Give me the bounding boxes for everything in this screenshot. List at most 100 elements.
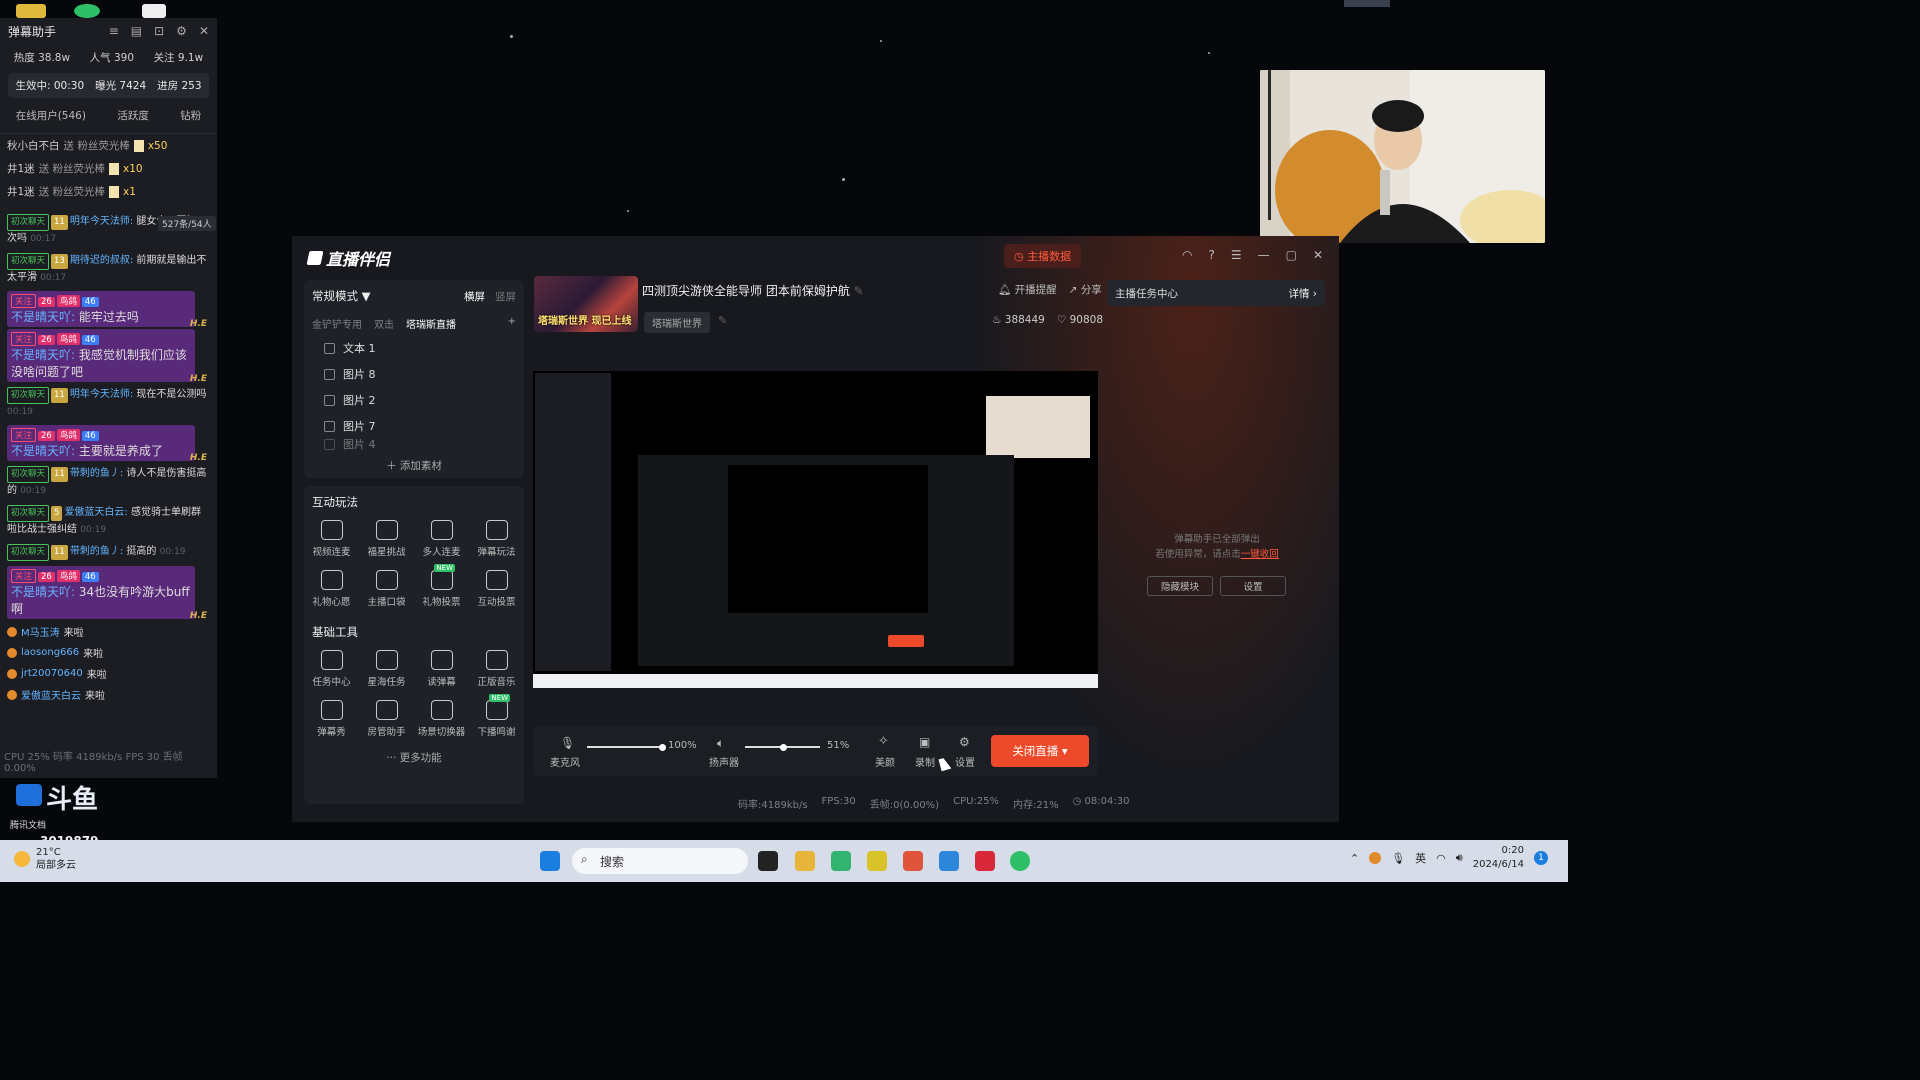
tool-button[interactable]: 房管助手 — [359, 700, 414, 738]
tool-button[interactable]: 星海任务 — [359, 650, 414, 688]
list-icon[interactable]: ▤ — [131, 24, 142, 38]
close-icon[interactable]: ✕ — [199, 24, 209, 38]
remind-button[interactable]: 🔔︎ 开播提醒 — [998, 282, 1057, 297]
portrait-tab[interactable]: 竖屏 — [495, 289, 516, 304]
app-green-icon[interactable] — [831, 851, 851, 871]
help-icon[interactable]: ? — [1208, 248, 1214, 262]
source-item[interactable]: 图片 8 — [304, 361, 524, 387]
folder-desktop-icon[interactable] — [16, 4, 46, 18]
record-icon[interactable]: ▣ — [919, 735, 930, 749]
tool-button[interactable]: 弹幕玩法 — [469, 520, 524, 558]
beauty-icon[interactable]: ✧ — [878, 734, 889, 749]
tray-mic-icon[interactable]: 🎙︎ — [1391, 852, 1405, 865]
settings-gear-icon[interactable]: ⚙ — [959, 735, 970, 749]
menu-icon[interactable]: ☰ — [1231, 248, 1242, 262]
notes-icon[interactable] — [939, 851, 959, 871]
tab-online-users[interactable]: 在线用户(546) — [16, 108, 86, 123]
mic-icon[interactable]: 🎙︎ — [560, 736, 575, 750]
details-link[interactable]: 详情 › — [1288, 286, 1317, 301]
speaker-icon[interactable]: 🔈︎ — [717, 736, 724, 751]
add-scene-icon[interactable]: + — [508, 316, 516, 331]
headset-icon[interactable]: ◠ — [1182, 248, 1192, 262]
speaker-slider[interactable] — [745, 743, 820, 751]
tool-button[interactable]: 读弹幕 — [414, 650, 469, 688]
notification-badge[interactable]: 1 — [1534, 851, 1548, 865]
scene-tab[interactable]: 双击 — [374, 316, 394, 331]
tool-button[interactable]: 视频连麦 — [304, 520, 359, 558]
add-source-button[interactable]: ＋ 添加素材 — [304, 452, 524, 479]
tool-button[interactable]: 礼物心愿 — [304, 570, 359, 608]
chat-message[interactable]: 初次聊天 13 期待迟的叔叔: 前期就是输出不太平滑 00:17 — [0, 250, 217, 289]
app-yellow-icon[interactable] — [867, 851, 887, 871]
more-features-button[interactable]: ··· 更多功能 — [304, 746, 524, 771]
scene-tab-active[interactable]: 塔瑞斯直播 — [406, 316, 456, 331]
tool-button[interactable]: 互动投票 — [469, 570, 524, 608]
speaker-label: 扬声器 — [709, 758, 739, 769]
panel-settings-button[interactable]: 设置 — [1220, 576, 1286, 596]
category-tag[interactable]: 塔瑞斯世界 — [644, 312, 710, 333]
weather-widget[interactable]: 21°C 局部多云 — [14, 846, 76, 872]
chat-message[interactable]: 初次聊天 11 明年今天法师: 现在不是公测吗 00:19 — [0, 384, 217, 423]
app-red-icon[interactable] — [903, 851, 923, 871]
maximize-icon[interactable]: ▢ — [1286, 248, 1297, 262]
file-explorer-icon[interactable] — [795, 851, 815, 871]
wechat-taskbar-icon[interactable] — [1010, 851, 1030, 871]
recall-link[interactable]: 一键收回 — [1241, 549, 1279, 560]
volume-icon[interactable]: 🔊︎ — [1456, 851, 1463, 865]
close-window-icon[interactable]: ✕ — [1313, 248, 1323, 262]
share-button[interactable]: ↗ 分享 — [1069, 282, 1102, 297]
filter-icon[interactable]: ≡ — [109, 24, 119, 38]
host-data-button[interactable]: ◷ 主播数据 — [1004, 244, 1082, 268]
tray-chevron-icon[interactable]: ⌃ — [1350, 852, 1359, 865]
mode-select[interactable]: 常规模式 ▼ — [312, 288, 371, 304]
source-item[interactable]: 图片 7 — [304, 413, 524, 439]
hide-module-button[interactable]: 隐藏模块 — [1147, 576, 1213, 596]
task-center-bar[interactable]: 主播任务中心 详情 › — [1107, 280, 1325, 306]
scene-tab[interactable]: 金铲铲专用 — [312, 316, 362, 331]
edit-icon[interactable]: ✎ — [854, 284, 864, 298]
end-live-button[interactable]: 关闭直播 ▾ — [991, 735, 1089, 767]
source-item[interactable]: 图片 4 — [304, 439, 524, 452]
tool-button[interactable]: 福星挑战 — [359, 520, 414, 558]
vip-chat-message[interactable]: 关注 26 鸟鸽 46 不是晴天吖: 主要就是养成了 H.E — [7, 425, 207, 463]
tab-diamond-fans[interactable]: 钻粉 — [180, 108, 201, 123]
edit-category-icon[interactable]: ✎ — [718, 314, 727, 327]
tab-activity[interactable]: 活跃度 — [117, 108, 149, 123]
record-label[interactable]: 录制 — [915, 754, 935, 769]
lock-icon[interactable]: ⊡ — [154, 24, 164, 38]
wps-icon[interactable] — [975, 851, 995, 871]
chat-message[interactable]: 初次聊天 11 带刺的鱼丿: 诗人不是伤害挺高的 00:19 — [0, 463, 217, 502]
tool-button[interactable]: 多人连麦 — [414, 520, 469, 558]
tool-button[interactable]: NEW 礼物投票 — [414, 564, 469, 608]
tool-button[interactable]: 任务中心 — [304, 650, 359, 688]
minimize-icon[interactable]: — — [1258, 248, 1270, 262]
tool-button[interactable]: 场景切换器 — [414, 700, 469, 738]
tool-button[interactable]: 主播口袋 — [359, 570, 414, 608]
landscape-tab[interactable]: 横屏 — [464, 289, 485, 304]
tool-button[interactable]: NEW 下播鸣谢 — [469, 694, 524, 738]
settings-icon[interactable]: ⚙ — [176, 24, 187, 38]
settings-label[interactable]: 设置 — [955, 754, 975, 769]
mic-slider[interactable] — [587, 743, 666, 751]
tool-button[interactable]: 正版音乐 — [469, 650, 524, 688]
document-desktop-icon[interactable] — [142, 4, 166, 18]
windows-start-icon[interactable] — [540, 851, 560, 871]
clock[interactable]: 0:20 2024/6/14 — [1473, 844, 1524, 872]
vip-chat-message[interactable]: 关注 26 鸟鸽 46 不是晴天吖: 34也没有吟游大buff啊 H.E — [7, 566, 207, 621]
stream-cover-thumbnail[interactable]: 塔瑞斯世界 现已上线 — [534, 276, 638, 332]
vip-chat-message[interactable]: 关注 26 鸟鸽 46 不是晴天吖: 能牢过去吗 H.E — [7, 291, 207, 329]
source-item[interactable]: 文本 1 — [304, 335, 524, 361]
tray-app-icon[interactable] — [1369, 852, 1382, 864]
wifi-icon[interactable]: ◠ — [1436, 852, 1446, 865]
wechat-desktop-icon[interactable] — [74, 4, 100, 18]
search-box[interactable]: ⌕ 搜索 — [572, 848, 748, 874]
chat-message[interactable]: 初次聊天 5 爱傲蓝天白云: 感觉骑士单刷群啦比战士强纠结 00:19 — [0, 502, 217, 541]
chat-message[interactable]: 初次聊天 11 带刺的鱼丿: 挺高的 00:19 — [0, 541, 217, 564]
beauty-label[interactable]: 美颜 — [875, 754, 895, 769]
vip-chat-message[interactable]: 关注 26 鸟鸽 46 不是晴天吖: 我感觉机制我们应该没啥问题了吧 H.E — [7, 329, 207, 384]
ime-indicator[interactable]: 英 — [1415, 850, 1426, 866]
tool-label: 弹幕秀 — [317, 727, 346, 738]
source-item[interactable]: 图片 2 — [304, 387, 524, 413]
taskview-icon[interactable] — [758, 851, 778, 871]
tool-button[interactable]: 弹幕秀 — [304, 700, 359, 738]
